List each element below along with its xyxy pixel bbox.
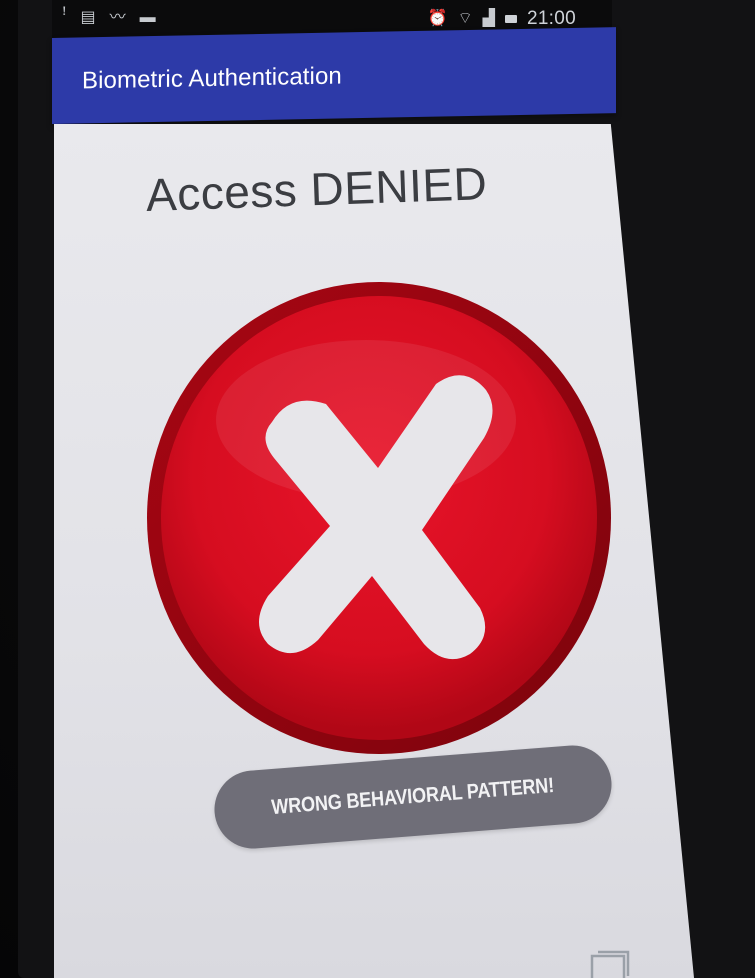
message-icon: ▤	[80, 9, 96, 26]
activity-icon: 〰	[109, 9, 126, 26]
notification-icon: ꜝ	[62, 9, 67, 26]
status-right-icons: ⏰ ⌔ ▟ 21:00	[428, 8, 576, 30]
camera-photo-scene: ꜝ ▤ 〰 ▬ ⏰ ⌔ ▟ 21:00 Biometric Authentica…	[0, 0, 755, 978]
red-x-icon	[147, 282, 611, 754]
status-left-icons: ꜝ ▤ 〰 ▬	[62, 9, 156, 27]
app-bar: Biometric Authentication	[52, 27, 616, 124]
alarm-icon: ⏰	[427, 10, 448, 27]
image-icon: ▬	[139, 9, 156, 26]
app-title: Biometric Authentication	[82, 62, 342, 95]
battery-icon	[504, 15, 517, 23]
toast-message: WRONG BEHAVIORAL PATTERN!	[270, 773, 556, 820]
recents-icon[interactable]	[588, 946, 632, 978]
status-time: 21:00	[526, 8, 576, 29]
signal-icon: ▟	[482, 10, 495, 27]
wifi-icon: ⌔	[457, 10, 473, 27]
